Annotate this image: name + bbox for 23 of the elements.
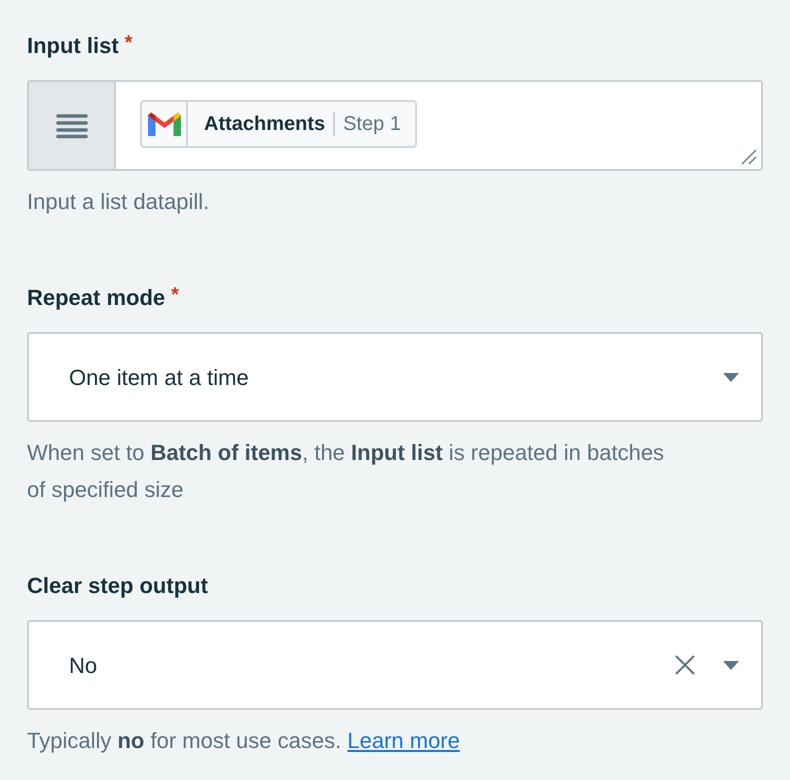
pill-step: Step 1 bbox=[335, 109, 415, 139]
select-value: One item at a time bbox=[69, 364, 250, 392]
field-label: Input list bbox=[27, 32, 119, 60]
help-text: When set to Batch of items, the Input list is repeated in batches of specified size bbox=[27, 440, 664, 502]
close-icon[interactable] bbox=[675, 655, 695, 675]
select-field[interactable]: One item at a time bbox=[27, 332, 763, 422]
dropdown-caret-icon[interactable] bbox=[723, 660, 739, 670]
field-label: Clear step output bbox=[27, 572, 208, 600]
resize-handle-icon[interactable] bbox=[741, 149, 757, 165]
input-field[interactable]: Attachments Step 1 bbox=[27, 80, 763, 171]
required-mark: * bbox=[171, 283, 179, 308]
help-text: Input a list datapill. bbox=[27, 189, 210, 214]
pill-name: Attachments bbox=[203, 112, 326, 137]
dropdown-caret-icon[interactable] bbox=[723, 372, 739, 382]
help-text: Typically no for most use cases. bbox=[27, 728, 342, 753]
required-mark: * bbox=[124, 31, 132, 56]
learn-more-link[interactable]: Learn more bbox=[347, 728, 460, 753]
envelope-logo-icon bbox=[148, 112, 180, 136]
select-field[interactable]: No bbox=[27, 620, 763, 710]
select-value: No bbox=[69, 652, 98, 680]
datapill[interactable]: Attachments Step 1 bbox=[140, 100, 417, 148]
list-icon[interactable] bbox=[56, 112, 88, 138]
field-label: Repeat mode bbox=[27, 284, 166, 312]
